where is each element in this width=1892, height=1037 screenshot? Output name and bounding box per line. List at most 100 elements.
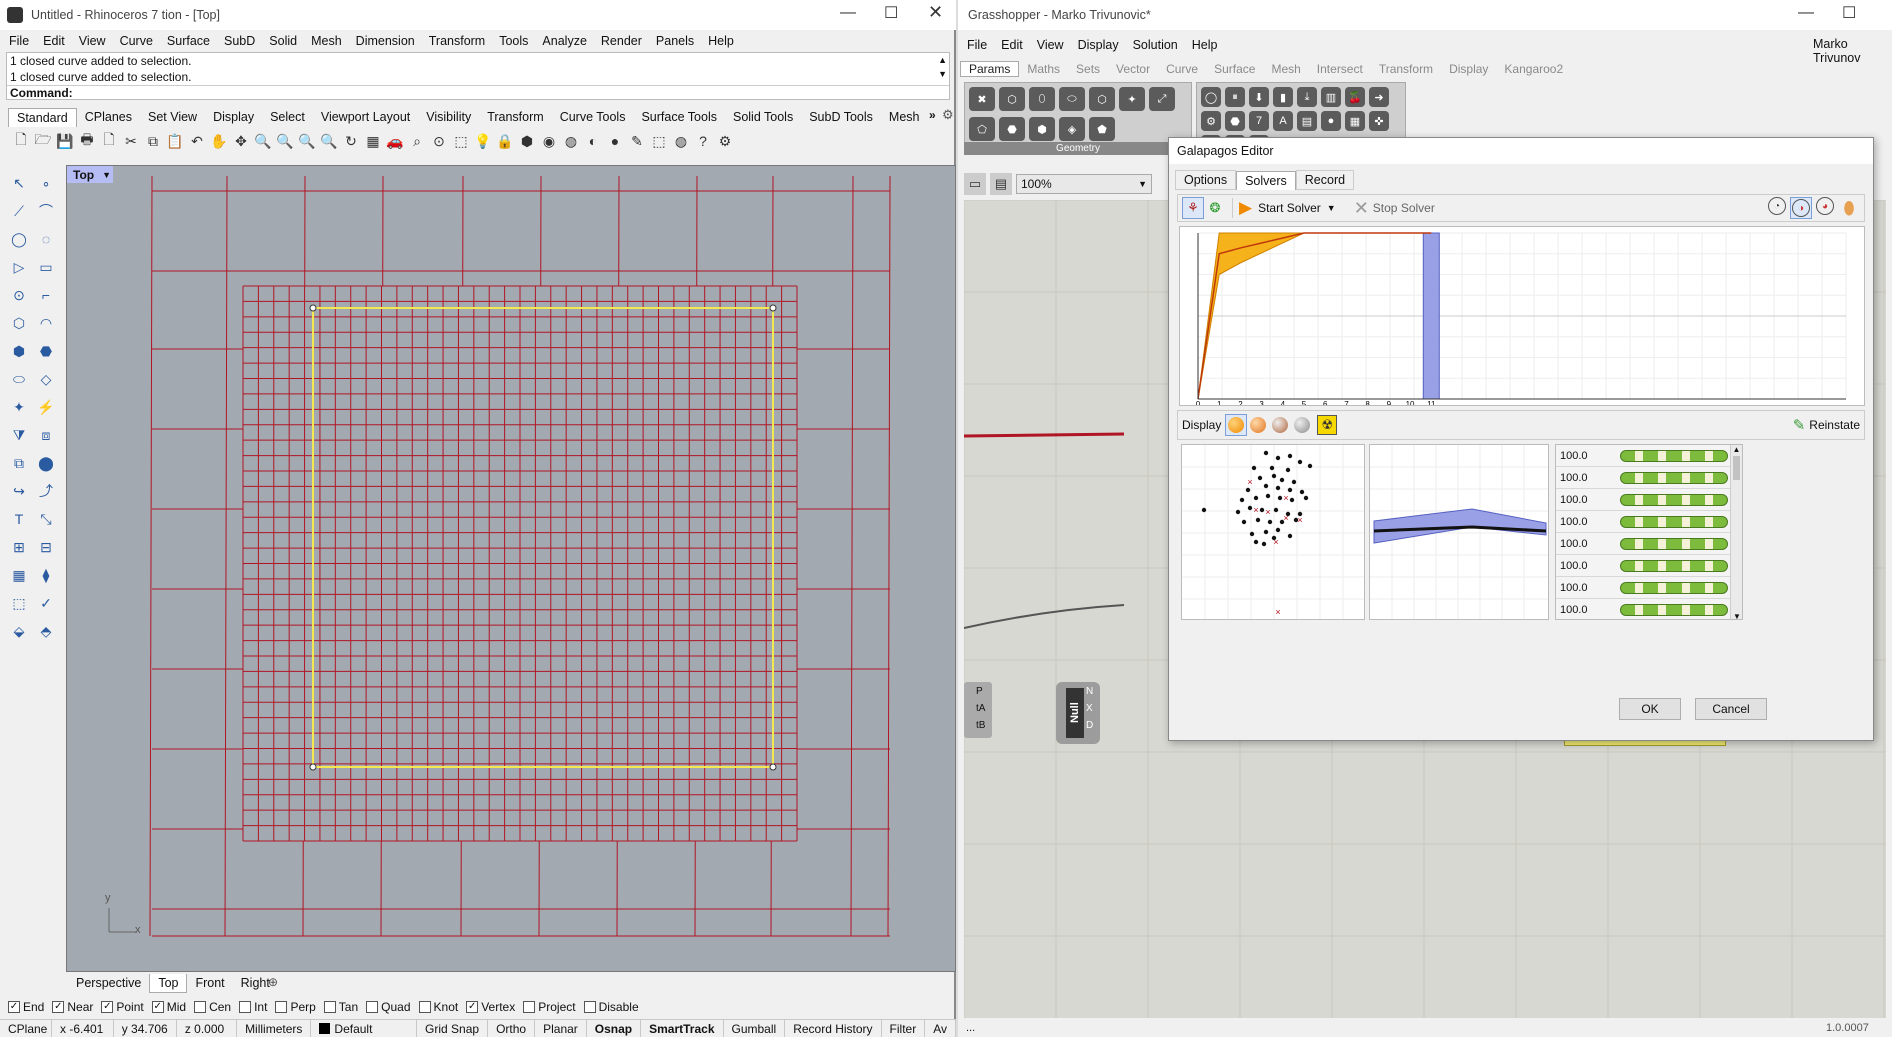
ribbon-component-icon[interactable]: ⬯ [1029,87,1055,111]
ribbon-component-icon[interactable]: ⬟ [1089,117,1115,141]
standard-tool-icon[interactable]: ✥ [230,130,252,152]
stop-solver-button[interactable]: ✕ Stop Solver [1354,198,1435,219]
units-label[interactable]: Millimeters [237,1020,312,1037]
standard-tool-icon[interactable]: ↶ [186,130,208,152]
menu-item[interactable]: Help [701,34,741,48]
toolbar-tab[interactable]: Standard [8,107,77,127]
fitness-row[interactable]: 100.0 [1556,555,1742,577]
osnap-checkbox[interactable]: ✓ [466,1001,479,1013]
osnap-checkbox[interactable] [194,1001,207,1013]
left-tool-icon[interactable]: ⌒ [35,200,57,222]
standard-tool-icon[interactable]: 🔍 [296,130,318,152]
gh-tab[interactable]: Intersect [1309,62,1371,76]
left-tool-icon[interactable]: ⬣ [35,340,57,362]
toolbar-tab[interactable]: Set View [140,108,205,126]
tabs-overflow-icon[interactable]: » [929,108,936,122]
ribbon-component-icon[interactable]: ▮ [1273,87,1293,107]
standard-tool-icon[interactable]: 🗋 [10,130,32,152]
standard-tool-icon[interactable]: 📋 [164,130,186,152]
ribbon-component-icon[interactable]: ● [1321,111,1341,131]
osnap-toggle[interactable]: ✓ Point [101,1000,144,1014]
fitness-row[interactable]: 100.0 [1556,533,1742,555]
start-solver-button[interactable]: ▶ Start Solver ▼ [1239,198,1336,218]
ribbon-component-icon[interactable]: ⬡ [999,87,1025,111]
standard-tool-icon[interactable]: ⌕ [406,130,428,152]
menu-item[interactable]: Curve [113,34,160,48]
left-tool-icon[interactable]: ⟋ [8,200,30,222]
zoom-dropdown-icon[interactable]: ▼ [1138,179,1147,189]
left-tool-icon[interactable]: ▦ [8,564,30,586]
osnap-toggle[interactable]: ✓ End [8,1000,44,1014]
galapagos-tab[interactable]: Options [1175,170,1237,190]
toolbar-tab[interactable]: Visibility [418,108,479,126]
standard-tool-icon[interactable]: ⬚ [450,130,472,152]
standard-tool-icon[interactable]: ◐ [582,130,604,152]
standard-tool-icon[interactable]: 🚗 [384,130,406,152]
status-toggle[interactable]: Av [925,1020,957,1037]
standard-tool-icon[interactable]: ◉ [538,130,560,152]
ribbon-component-icon[interactable]: ➜ [1369,87,1389,107]
egg-icon[interactable]: ⬮ [1838,197,1860,219]
left-tool-icon[interactable]: ▷ [8,256,30,278]
layer-indicator[interactable]: Default [311,1020,418,1037]
fitness-row[interactable]: 100.0 [1556,467,1742,489]
gh-tab[interactable]: Mesh [1263,62,1308,76]
osnap-toggle[interactable]: ✓ Vertex [466,1000,515,1014]
ribbon-component-icon[interactable]: ⏸ [1225,87,1245,107]
osnap-checkbox[interactable]: ✓ [52,1001,65,1013]
status-toggle[interactable]: Record History [785,1020,882,1037]
toolbar-tab[interactable]: CPlanes [77,108,140,126]
gh-menu-item[interactable]: Help [1185,38,1225,52]
ribbon-component-icon[interactable]: ⬠ [969,117,995,141]
cplane-label[interactable]: CPlane [0,1020,52,1037]
standard-tool-icon[interactable]: ✎ [626,130,648,152]
ribbon-component-icon[interactable]: ✖ [969,87,995,111]
ribbon-component-icon[interactable]: 7 [1249,111,1269,131]
ribbon-component-icon[interactable]: 🍒 [1345,87,1365,107]
standard-tool-icon[interactable]: 💡 [472,130,494,152]
standard-tool-icon[interactable]: ↻ [340,130,362,152]
standard-tool-icon[interactable]: 🗋 [98,130,120,152]
ribbon-component-icon[interactable]: A [1273,111,1293,131]
null-component[interactable]: Null NXD [1056,682,1100,744]
ribbon-component-icon[interactable]: ⬡ [1089,87,1115,111]
left-tool-icon[interactable]: ⌐ [35,284,57,306]
menu-item[interactable]: View [72,34,113,48]
osnap-toggle[interactable]: Knot [418,1000,458,1014]
toolbar-tab[interactable]: Viewport Layout [313,108,418,126]
top-viewport[interactable]: Top ▼ y x [66,165,956,972]
open-file-icon[interactable]: ▭ [964,173,986,195]
ribbon-component-icon[interactable]: ⤢ [1149,87,1175,111]
gh-tab[interactable]: Display [1441,62,1496,76]
menu-item[interactable]: Render [594,34,649,48]
list-scroll-up-icon[interactable]: ▲ [1731,445,1742,454]
cancel-button[interactable]: Cancel [1695,698,1767,720]
start-dropdown-icon[interactable]: ▼ [1327,203,1336,213]
toolbar-tab[interactable]: Solid Tools [725,108,801,126]
standard-tool-icon[interactable]: 🔒 [494,130,516,152]
toolbar-tab[interactable]: Mesh [881,108,928,126]
left-tool-icon[interactable]: ✦ [8,396,30,418]
left-tool-icon[interactable]: ⧉ [8,452,30,474]
list-scroll-thumb[interactable] [1733,456,1740,480]
left-tool-icon[interactable]: ⤡ [35,508,57,530]
standard-tool-icon[interactable]: 💾 [54,130,76,152]
toolbar-tab[interactable]: SubD Tools [801,108,881,126]
ok-button[interactable]: OK [1619,698,1681,720]
left-tool-icon[interactable]: ⬤ [35,452,57,474]
ribbon-component-icon[interactable]: ✜ [1369,111,1389,131]
osnap-toggle[interactable]: ✓ Near [52,1000,93,1014]
toolbar-tab[interactable]: Curve Tools [552,108,634,126]
left-tool-icon[interactable]: ⬢ [8,340,30,362]
standard-tool-icon[interactable]: ✋ [208,130,230,152]
left-tool-icon[interactable]: ⬚ [8,592,30,614]
command-prompt[interactable]: Command: [7,85,949,101]
fitness-row[interactable]: 100.0 [1556,445,1742,467]
standard-tool-icon[interactable]: ◍ [670,130,692,152]
left-tool-icon[interactable]: ⬘ [35,620,57,642]
left-tool-icon[interactable]: ◯ [8,228,30,250]
standard-tool-icon[interactable]: 🖶 [76,130,98,152]
ribbon-component-icon[interactable]: ⚙ [1201,111,1221,131]
status-toggle[interactable]: Gumball [724,1020,786,1037]
standard-tool-icon[interactable]: ◍ [560,130,582,152]
